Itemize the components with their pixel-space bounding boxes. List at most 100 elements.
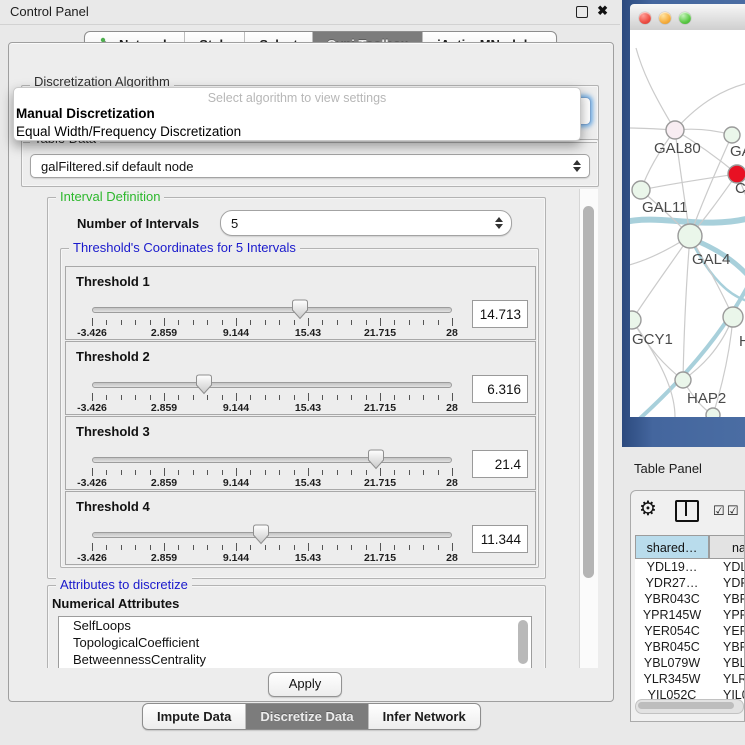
cell-name[interactable]: YPR145W (709, 607, 745, 623)
threshold-1-panel: Threshold 1 -3.4262.8599.14415.4321.7152… (65, 266, 536, 340)
threshold-value-field[interactable]: 11.344 (472, 525, 528, 553)
float-window-icon[interactable] (576, 6, 588, 18)
tab-infer-network[interactable]: Infer Network (369, 704, 480, 729)
num-intervals-value: 5 (231, 216, 238, 231)
threshold-label: Threshold 4 (76, 499, 150, 514)
dropdown-hint: Select algorithm to view settings (14, 88, 580, 105)
network-node[interactable] (678, 224, 702, 248)
threshold-value-field[interactable]: 14.713 (472, 300, 528, 328)
slider-track[interactable] (92, 457, 452, 463)
cell-shared-name[interactable]: YER054C (635, 623, 709, 639)
mac-zoom-button[interactable] (679, 12, 691, 24)
network-node[interactable] (723, 307, 743, 327)
dropdown-item-manual-discretization[interactable]: Manual Discretization (14, 105, 580, 123)
table-row[interactable]: YPR145WYPR145W (635, 607, 745, 623)
network-node[interactable] (666, 121, 684, 139)
table-row[interactable]: YDL19…YDL19 (635, 559, 745, 575)
checkbox-icon[interactable]: ☑ (727, 503, 739, 519)
mac-close-button[interactable] (639, 12, 651, 24)
cell-shared-name[interactable]: YBR043C (635, 591, 709, 607)
control-panel-titlebar: Control Panel ✖ (0, 0, 620, 25)
cell-name[interactable]: YBR045C (709, 639, 745, 655)
threshold-label: Threshold 2 (76, 349, 150, 364)
list-scrollbar[interactable] (518, 620, 528, 664)
table-horizontal-scrollbar[interactable] (635, 699, 744, 714)
table-row[interactable]: YBL079WYBL079W (635, 655, 745, 671)
close-icon[interactable]: ✖ (597, 3, 608, 19)
numerical-attributes-list[interactable]: SelfLoopsTopologicalCoefficientBetweenne… (58, 616, 532, 668)
list-item[interactable]: TopologicalCoefficient (59, 634, 531, 651)
table-row[interactable]: YBR043CYBR043C (635, 591, 745, 607)
node-label: GAL80 (654, 140, 701, 157)
node-label: HAP2 (687, 390, 726, 407)
slider-thumb[interactable] (367, 449, 385, 470)
algorithm-dropdown-popup: Select algorithm to view settings Manual… (13, 87, 581, 141)
node-table: shared… name YDL19…YDL19YDR27…YDR27YBR04… (635, 535, 745, 707)
cell-name[interactable]: YER054C (709, 623, 745, 639)
slider-tick-labels: -3.4262.8599.14415.4321.71528 (92, 327, 452, 339)
scrollbar-thumb[interactable] (638, 702, 734, 709)
cell-name[interactable]: YBL079W (709, 655, 745, 671)
num-intervals-label: Number of Intervals (77, 216, 199, 231)
cell-shared-name[interactable]: YBR045C (635, 639, 709, 655)
slider-thumb[interactable] (291, 299, 309, 320)
cell-shared-name[interactable]: YLR345W (635, 671, 709, 687)
column-header-name[interactable]: name (709, 535, 745, 559)
stepper-arrows-icon (494, 217, 503, 229)
scrollbar-thumb[interactable] (583, 206, 594, 578)
control-panel-title: Control Panel (10, 4, 89, 19)
table-panel-title: Table Panel (634, 461, 702, 476)
list-item[interactable]: SelfLoops (59, 617, 531, 634)
interval-definition-group: Interval Definition Number of Intervals … (47, 197, 546, 579)
group-title: Threshold's Coordinates for 5 Intervals (69, 240, 300, 255)
table-row[interactable]: YER054CYER054C (635, 623, 745, 639)
slider-track[interactable] (92, 532, 452, 538)
list-item[interactable]: BetweennessCentrality (59, 651, 531, 668)
panel-scrollbar[interactable] (579, 189, 598, 668)
cell-shared-name[interactable]: YBL079W (635, 655, 709, 671)
dropdown-item-equal-width-frequency[interactable]: Equal Width/Frequency Discretization (14, 123, 580, 141)
attributes-group: Attributes to discretize Numerical Attri… (47, 585, 546, 668)
cell-name[interactable]: YLR345W (709, 671, 745, 687)
threshold-value-field[interactable]: 6.316 (472, 375, 528, 403)
table-row[interactable]: YBR045CYBR045C (635, 639, 745, 655)
cell-shared-name[interactable]: YPR145W (635, 607, 709, 623)
apply-button[interactable]: Apply (268, 672, 342, 697)
network-node[interactable] (706, 408, 720, 417)
network-window-titlebar[interactable] (630, 4, 745, 31)
checkbox-icon[interactable]: ☑ (713, 503, 725, 519)
node-label: GAL11 (642, 199, 688, 216)
cell-shared-name[interactable]: YDL19… (635, 559, 709, 575)
network-node[interactable] (675, 372, 691, 388)
network-canvas[interactable]: GAL80GACGAL11GAL4GCY1HHAP2 (630, 30, 745, 417)
group-title: Attributes to discretize (56, 577, 192, 592)
cell-shared-name[interactable]: YDR27… (635, 575, 709, 591)
column-split-icon[interactable] (675, 500, 699, 522)
slider-thumb[interactable] (195, 374, 213, 395)
slider-tick-labels: -3.4262.8599.14415.4321.71528 (92, 552, 452, 564)
network-node[interactable] (724, 127, 740, 143)
table-data-combobox[interactable]: galFiltered.sif default node (30, 154, 590, 178)
slider-track[interactable] (92, 307, 452, 313)
cell-name[interactable]: YDR27 (709, 575, 745, 591)
slider-track[interactable] (92, 382, 452, 388)
threshold-value-field[interactable]: 21.4 (472, 450, 528, 478)
slider-thumb[interactable] (252, 524, 270, 545)
cell-name[interactable]: YDL19 (709, 559, 745, 575)
network-node[interactable] (632, 181, 650, 199)
thresholds-group: Threshold's Coordinates for 5 Intervals … (60, 248, 539, 568)
gear-icon[interactable]: ⚙ (639, 496, 657, 521)
network-node[interactable] (630, 311, 641, 329)
table-row[interactable]: YDR27…YDR27 (635, 575, 745, 591)
cell-name[interactable]: YBR043C (709, 591, 745, 607)
table-row[interactable]: YLR345WYLR345W (635, 671, 745, 687)
table-rows: YDL19…YDL19YDR27…YDR27YBR043CYBR043CYPR1… (635, 559, 745, 703)
tab-impute-data[interactable]: Impute Data (143, 704, 246, 729)
threshold-4-panel: Threshold 4 -3.4262.8599.14415.4321.7152… (65, 491, 536, 565)
tab-discretize-data[interactable]: Discretize Data (246, 704, 368, 729)
num-intervals-combobox[interactable]: 5 (220, 210, 512, 236)
column-header-shared-name[interactable]: shared… (635, 535, 709, 559)
table-data-value: galFiltered.sif default node (41, 159, 193, 174)
mac-minimize-button[interactable] (659, 12, 671, 24)
threshold-label: Threshold 3 (76, 424, 150, 439)
